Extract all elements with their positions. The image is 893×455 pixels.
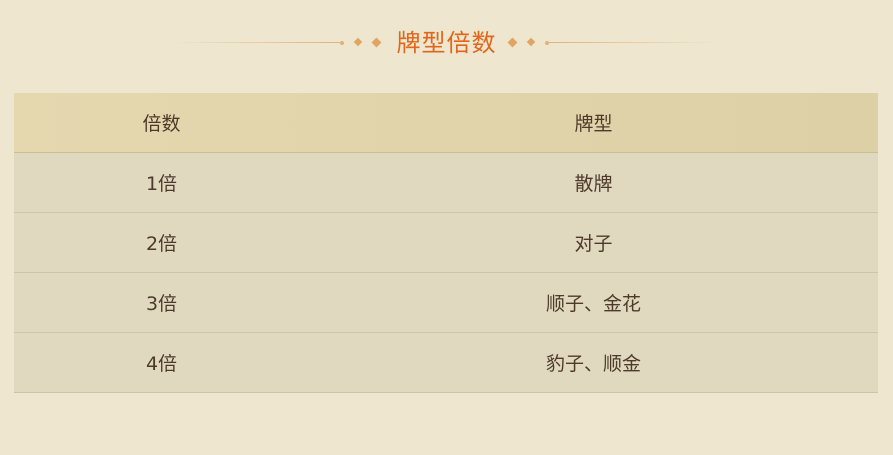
header-multiplier: 倍数 bbox=[142, 113, 181, 135]
title-divider-right bbox=[548, 42, 718, 43]
header-hand: 牌型 bbox=[574, 113, 613, 135]
page-title: 牌型倍数 bbox=[396, 29, 497, 57]
table-row: 1倍 散牌 bbox=[14, 153, 878, 213]
hand-multiplier-table: 倍数 牌型 1倍 散牌 2倍 对子 3倍 顺子、金花 4倍 豹子、顺金 bbox=[14, 93, 878, 393]
row-multiplier: 2倍 bbox=[145, 233, 178, 255]
section-title-bar: 牌型倍数 bbox=[0, 0, 893, 88]
row-multiplier: 3倍 bbox=[145, 293, 178, 315]
title-diamond-left-small bbox=[353, 37, 363, 47]
title-diamond-right-big bbox=[507, 37, 518, 47]
row-hand: 豹子、顺金 bbox=[545, 353, 641, 375]
title-diamond-right-small bbox=[526, 37, 536, 47]
table-header-row: 倍数 牌型 bbox=[14, 93, 878, 153]
table-row: 3倍 顺子、金花 bbox=[14, 273, 878, 333]
row-multiplier: 1倍 bbox=[145, 173, 178, 195]
row-multiplier: 4倍 bbox=[145, 353, 178, 375]
row-hand: 对子 bbox=[574, 233, 613, 255]
table-row: 2倍 对子 bbox=[14, 213, 878, 273]
table-row: 4倍 豹子、顺金 bbox=[14, 333, 878, 393]
title-diamond-left-big bbox=[371, 37, 382, 47]
title-dot-left bbox=[340, 40, 344, 45]
title-divider-left bbox=[172, 42, 342, 43]
row-hand: 散牌 bbox=[574, 173, 613, 195]
row-hand: 顺子、金花 bbox=[545, 293, 641, 315]
